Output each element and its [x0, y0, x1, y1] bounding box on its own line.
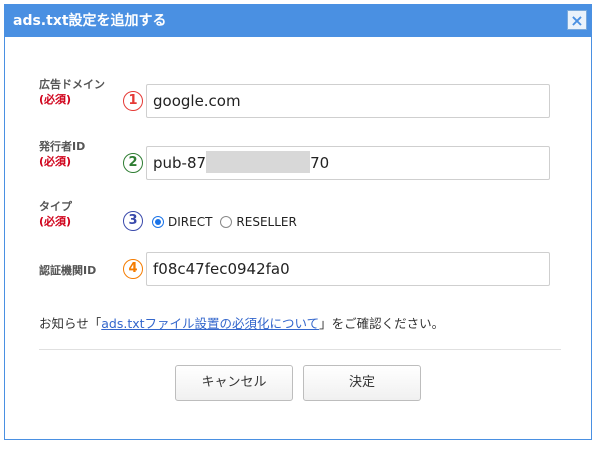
- notice-link[interactable]: ads.txtファイル設置の必須化について: [101, 316, 319, 331]
- ads-txt-dialog: ads.txt設定を追加する × 広告ドメイン (必須) 1 google.co…: [4, 4, 592, 440]
- cert-label-text: 認証機関ID: [39, 264, 97, 277]
- domain-required-badge: (必須): [39, 93, 72, 106]
- direct-radio-label[interactable]: DIRECT: [168, 215, 212, 229]
- domain-label-text: 広告ドメイン: [39, 78, 105, 91]
- domain-input[interactable]: google.com: [146, 84, 550, 118]
- type-label-text: タイプ: [39, 200, 72, 213]
- publisher-label: 発行者ID (必須): [39, 139, 85, 169]
- dialog-titlebar: ads.txt設定を追加する ×: [5, 5, 591, 37]
- cert-label: 認証機関ID: [39, 263, 96, 278]
- publisher-id-suffix: 70: [310, 154, 330, 172]
- publisher-id-input[interactable]: pub-87 70: [146, 146, 550, 180]
- domain-label: 広告ドメイン (必須): [39, 77, 105, 107]
- confirm-button[interactable]: 決定: [303, 365, 421, 401]
- direct-radio[interactable]: [152, 216, 164, 228]
- dialog-title: ads.txt設定を追加する: [13, 13, 167, 29]
- cert-authority-id-input[interactable]: f08c47fec0942fa0: [146, 252, 550, 286]
- type-radio-group: DIRECT RESELLER: [152, 215, 305, 229]
- notice-text: お知らせ「ads.txtファイル設置の必須化について」をご確認ください。: [39, 313, 444, 332]
- publisher-label-text: 発行者ID: [39, 140, 86, 153]
- notice-after: 」をご確認ください。: [319, 316, 445, 331]
- publisher-required-badge: (必須): [39, 155, 72, 168]
- step-3-badge: 3: [123, 211, 143, 231]
- close-icon[interactable]: ×: [567, 10, 587, 30]
- redacted-block: [206, 151, 311, 173]
- step-2-badge: 2: [123, 153, 143, 173]
- type-required-badge: (必須): [39, 215, 72, 228]
- step-4-badge: 4: [123, 259, 143, 279]
- divider: [39, 349, 561, 350]
- reseller-radio-label[interactable]: RESELLER: [236, 215, 296, 229]
- reseller-radio[interactable]: [220, 216, 233, 228]
- notice-before: お知らせ「: [39, 316, 102, 331]
- publisher-id-prefix: pub-87: [153, 154, 207, 172]
- step-1-badge: 1: [123, 91, 143, 111]
- cancel-button[interactable]: キャンセル: [175, 365, 293, 401]
- type-label: タイプ (必須): [39, 199, 72, 229]
